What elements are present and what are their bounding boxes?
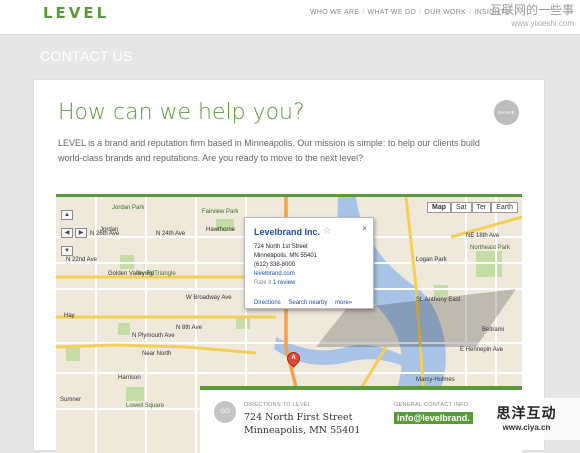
map-label: Jordan Park xyxy=(112,205,145,211)
rate-label: Rate it xyxy=(254,280,272,286)
map-label: Lowell Square xyxy=(126,403,165,409)
map-label: E Hennepin Ave xyxy=(460,347,503,353)
map-label: Northeast Park xyxy=(470,245,511,251)
map-label: N 22nd Ave xyxy=(66,257,97,263)
search-nearby-link[interactable]: Search nearby xyxy=(288,300,327,306)
top-bar: LEVEL WHO WE ARE / WHAT WE DO / OUR WORK / INS… xyxy=(0,0,580,35)
close-icon[interactable]: × xyxy=(362,224,367,233)
info-rating-row: Rate it 1 review xyxy=(254,280,295,286)
pan-right-icon[interactable]: ▶ xyxy=(75,228,87,238)
main-nav: WHO WE ARE / WHAT WE DO / OUR WORK / INSIGHTS xyxy=(310,9,510,16)
contact-card: How can we help you? SHARE LEVEL is a br… xyxy=(34,80,544,453)
pan-up-icon[interactable]: ▲ xyxy=(61,210,73,220)
intro-text: LEVEL is a brand and reputation firm bas… xyxy=(58,138,480,163)
share-button[interactable]: SHARE xyxy=(494,100,519,125)
map-label: W Broadway Ave xyxy=(186,295,232,301)
nav-item-our-work[interactable]: OUR WORK xyxy=(424,9,466,16)
map-type-ter[interactable]: Ter xyxy=(471,202,492,213)
map-label: Hay xyxy=(64,313,75,319)
pan-down-icon[interactable]: ▼ xyxy=(61,246,73,256)
map-label: Logan Park xyxy=(416,257,447,263)
info-actions: Directions Search nearby more» xyxy=(254,300,358,306)
info-city: Minneapolis, MN 55401 xyxy=(254,253,318,259)
star-icon[interactable]: ☆ xyxy=(323,225,331,236)
map-label: NE 18th Ave xyxy=(466,233,500,239)
logo[interactable]: LEVEL xyxy=(43,4,109,22)
map-label: Marcy-Holmes xyxy=(416,377,455,383)
map-type-switcher: Map Sat Ter Earth xyxy=(427,202,518,213)
review-link[interactable]: 1 review xyxy=(273,280,295,286)
map-label: N 26th Ave xyxy=(90,231,120,237)
business-name-link[interactable]: Levelbrand Inc. xyxy=(254,227,320,237)
address-line-2: Minneapolis, MN 55401 xyxy=(244,425,361,436)
directions-label: DIRECTIONS TO LEVEL xyxy=(244,402,312,408)
nav-item-who-we-are[interactable]: WHO WE ARE xyxy=(310,9,359,16)
watermark-top: 互联网的一些事 www.yixieshi.com xyxy=(489,3,574,29)
info-phone: (612) 338-8000 xyxy=(254,262,296,268)
pan-left-icon[interactable]: ◀ xyxy=(61,228,73,238)
map-label: Sumner xyxy=(60,397,82,403)
section-title: CONTACT US xyxy=(40,48,133,64)
map-label: Near North xyxy=(142,351,172,357)
map-type-earth[interactable]: Earth xyxy=(491,202,518,213)
map-type-sat[interactable]: Sat xyxy=(451,202,472,213)
map-label: Harrison xyxy=(118,375,141,381)
address-line-1: 724 North First Street xyxy=(244,412,353,423)
directions-link[interactable]: Directions xyxy=(254,300,281,306)
map-label: Beltrami xyxy=(482,327,505,333)
map-label: Hawthorne xyxy=(206,227,236,233)
map-label: N 24th Ave xyxy=(156,231,186,237)
nav-item-what-we-do[interactable]: WHAT WE DO xyxy=(368,9,417,16)
general-contact-label: GENERAL CONTACT INFO xyxy=(394,402,469,408)
map-info-window: Levelbrand Inc. ☆ × 724 North 1st Street… xyxy=(244,217,374,309)
watermark-bottom: 思洋互动 www.ciya.cn xyxy=(473,398,580,440)
page-headline: How can we help you? xyxy=(58,100,305,125)
map-label: Fairview Park xyxy=(202,209,239,215)
go-button[interactable]: GO xyxy=(214,401,236,423)
map-label: N Plymouth Ave xyxy=(132,333,175,339)
more-link[interactable]: more» xyxy=(335,300,352,306)
email-link[interactable]: info@levelbrand. xyxy=(394,412,473,424)
map-label: Golden Valley Rd xyxy=(108,271,155,277)
info-website-link[interactable]: levelbrand.com xyxy=(254,271,295,277)
google-map[interactable]: ▲ ◀ ▶ ▼ Map Sat Ter Earth Jordan Park Jor… xyxy=(56,194,522,453)
map-label: St. Anthony East xyxy=(416,297,461,303)
map-pan-zoom-controls: ▲ ◀ ▶ ▼ xyxy=(60,203,88,257)
map-label: N 8th Ave xyxy=(176,325,202,331)
map-type-map[interactable]: Map xyxy=(427,202,452,213)
info-street: 724 North 1st Street xyxy=(254,244,308,250)
